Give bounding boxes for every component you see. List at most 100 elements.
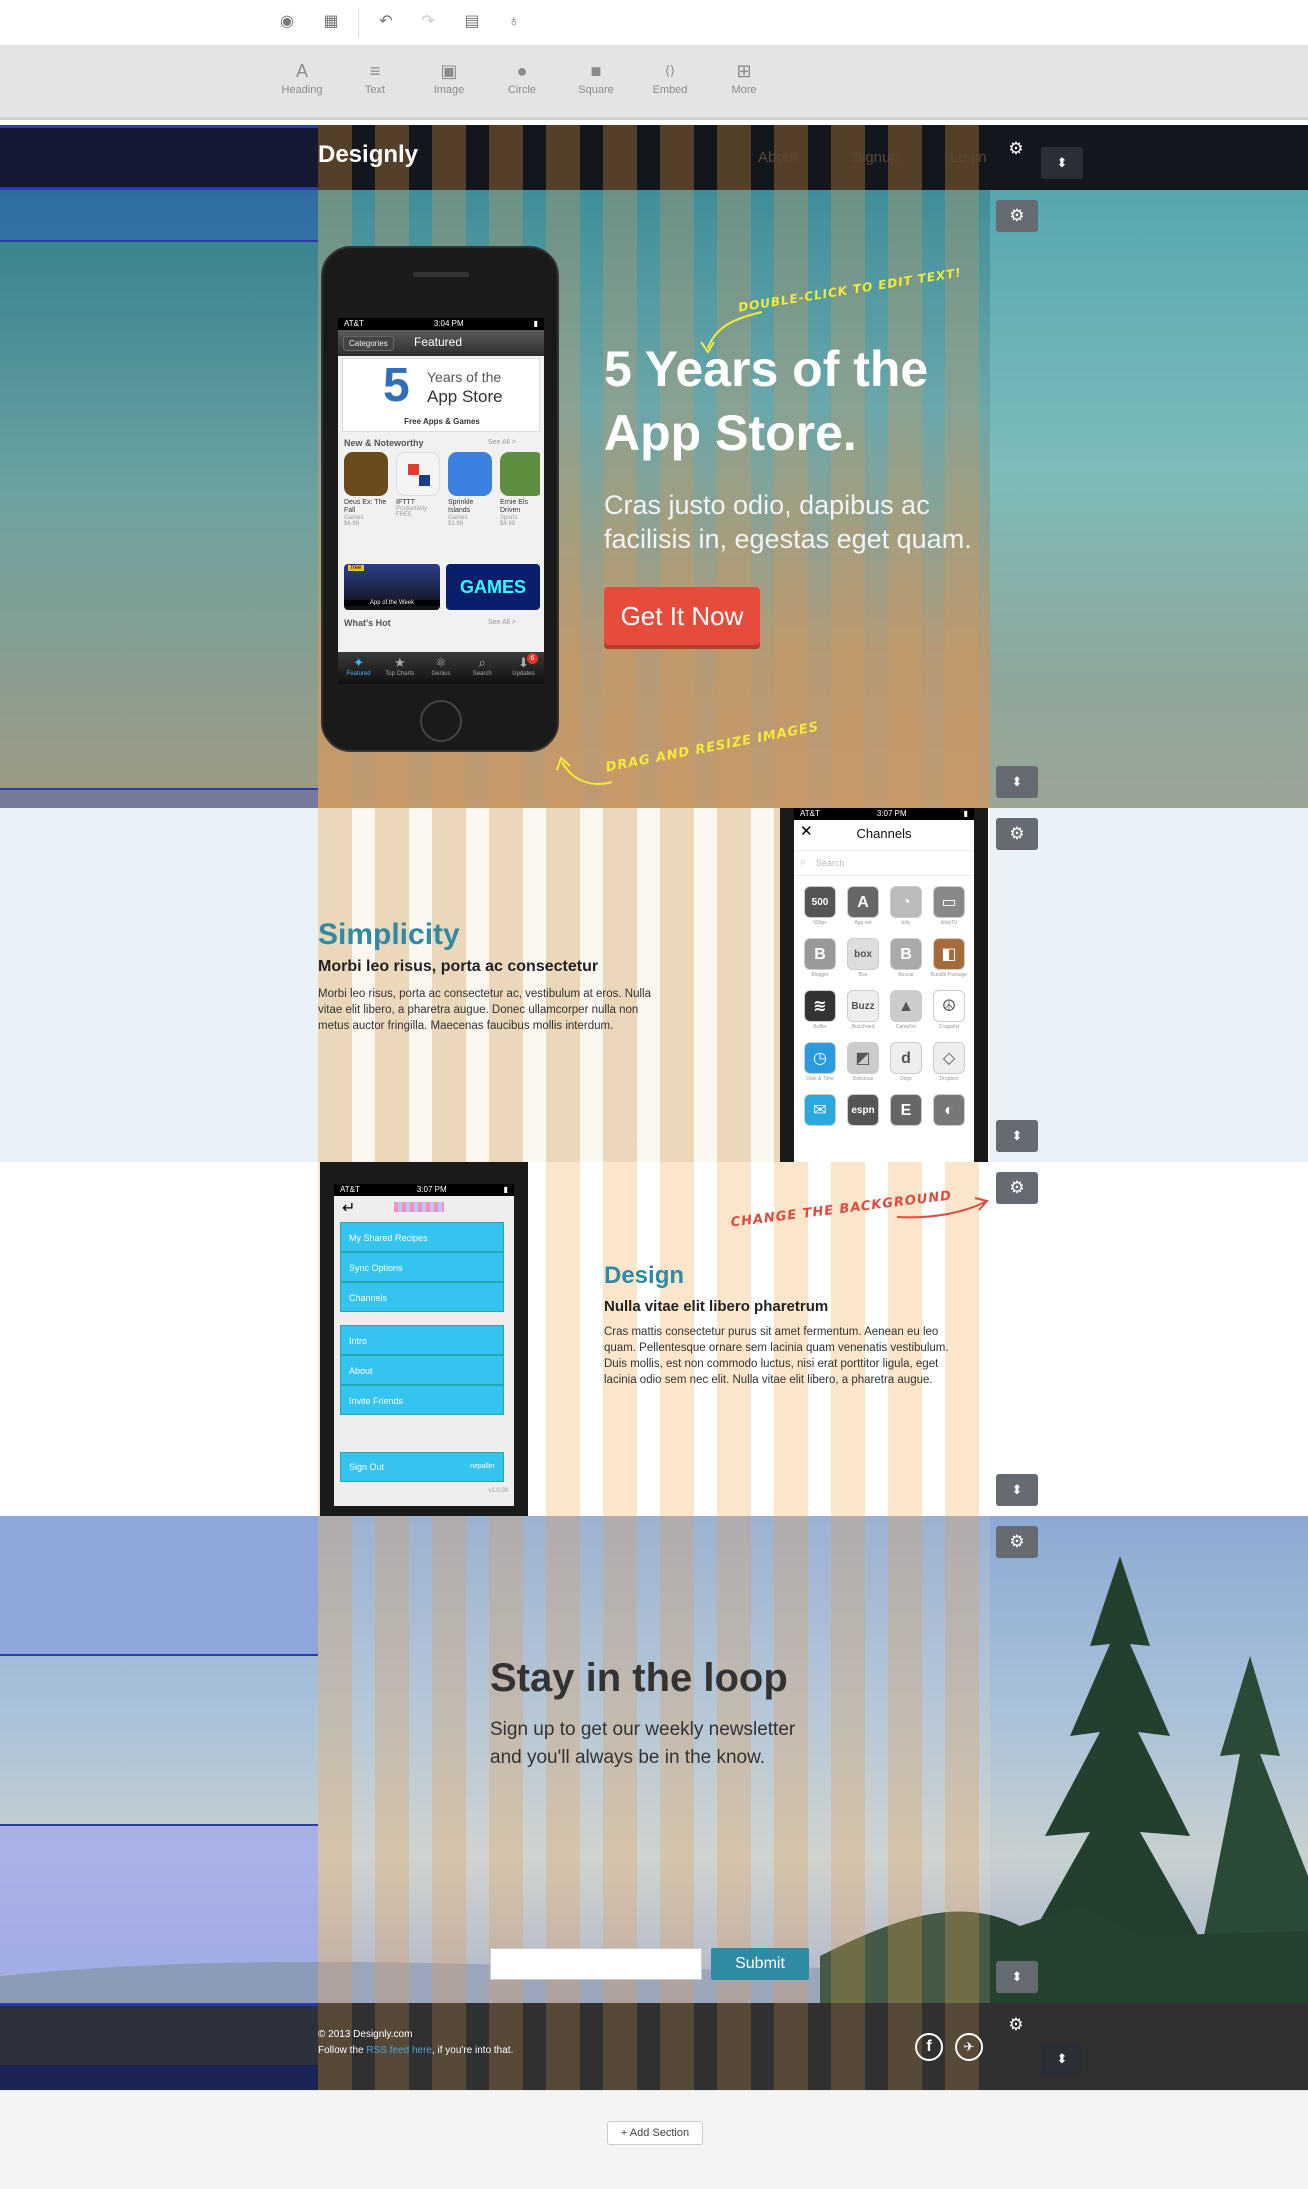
menu-item[interactable]: Sync Options (340, 1252, 504, 1282)
tool-image[interactable]: ▣ Image (419, 61, 479, 96)
see-all-link[interactable]: See All > (488, 439, 516, 446)
redo-icon[interactable]: ↷ (418, 12, 438, 32)
brand-logo[interactable]: Designly (318, 141, 418, 169)
undo-icon[interactable]: ↶ (376, 12, 396, 32)
section-settings-gear-icon[interactable]: ⚙ (995, 2009, 1037, 2041)
section-move-arrows-icon[interactable]: ⬍ (996, 1120, 1038, 1152)
newsletter-text[interactable]: Sign up to get our weekly newsletter and… (490, 1716, 820, 1772)
newsletter-title[interactable]: Stay in the loop (490, 1656, 788, 1701)
tool-text[interactable]: ≡ Text (345, 61, 405, 96)
channel-tile[interactable]: A App.net (843, 886, 883, 926)
channel-tile[interactable]: espn (843, 1094, 883, 1128)
section-move-arrows-icon[interactable]: ⬍ (1041, 147, 1083, 179)
tab-top-charts[interactable]: ★ Top Charts (379, 652, 420, 684)
menu-item[interactable]: My Shared Recipes (340, 1222, 504, 1252)
see-all-link[interactable]: See All > (488, 619, 516, 626)
categories-button[interactable]: Categories (343, 336, 394, 351)
tool-more[interactable]: ⊞ More (714, 61, 774, 96)
channel-tile[interactable]: d Diigo (886, 1042, 926, 1082)
email-input[interactable] (490, 1948, 702, 1980)
back-arrow-icon[interactable]: ↵ (342, 1198, 355, 1218)
app-tile[interactable]: Deus Ex: The Fall Games $6.99 (344, 452, 390, 527)
channel-tile[interactable]: box Box (843, 938, 883, 978)
add-section-button[interactable]: + Add Section (607, 2121, 703, 2145)
channel-tile[interactable]: ☮ Craigslist (929, 990, 969, 1030)
tool-label: Circle (507, 84, 537, 96)
promo-games[interactable]: GAMES (446, 564, 540, 610)
tool-heading[interactable]: A Heading (272, 61, 332, 96)
channel-label: Box (858, 972, 868, 978)
channel-tile[interactable]: ▲ Campfire (886, 990, 926, 1030)
tab-featured[interactable]: ✦ Featured (338, 652, 379, 684)
menu-item[interactable]: Invite Friends (340, 1385, 504, 1415)
channel-tile[interactable]: ◷ Date & Time (800, 1042, 840, 1082)
promo-app-of-week[interactable]: free App of the Week (344, 564, 440, 610)
section-settings-gear-icon[interactable]: ⚙ (996, 818, 1038, 850)
channel-tile[interactable]: ◔ bitly (886, 886, 926, 926)
app-tile[interactable]: Ernie Els Driven Sports $4.99 (500, 452, 540, 527)
app-tile[interactable]: IFTTT Productivity FREE (396, 452, 442, 518)
section-move-arrows-icon[interactable]: ⬍ (996, 766, 1038, 798)
section-subtitle[interactable]: Morbi leo risus, porta ac consectetur (318, 958, 598, 976)
settings-phone-image[interactable]: AT&T 3:07 PM ▮ ↵ My Shared Recipes Sync Op… (320, 1162, 528, 1516)
hero-title[interactable]: 5 Years of the App Store. (604, 337, 928, 465)
section-body[interactable]: Morbi leo risus, porta ac consectetur ac… (318, 986, 653, 1034)
preview-icon[interactable]: ◉ (277, 12, 297, 32)
channel-tile[interactable]: ✉ (800, 1094, 840, 1128)
search-field[interactable]: ⌕ Search (794, 850, 974, 876)
signout-button[interactable]: Sign Out nepaller (340, 1452, 504, 1482)
cta-button[interactable]: Get It Now (604, 587, 760, 645)
section-subtitle[interactable]: Nulla vitae elit libero pharetrum (604, 1298, 828, 1315)
menu-item[interactable]: About (340, 1355, 504, 1385)
lightbulb-icon[interactable]: ♁ (504, 12, 524, 32)
banner-line2: App Store (427, 387, 503, 406)
section-settings-gear-icon[interactable]: ⚙ (995, 133, 1037, 165)
section-settings-gear-icon[interactable]: ⚙ (996, 1172, 1038, 1204)
battery-icon: ▮ (503, 1185, 508, 1194)
channel-tile[interactable]: ≋ Buffer (800, 990, 840, 1030)
channel-tile[interactable]: 500 500px (800, 886, 840, 926)
tool-square[interactable]: ■ Square (566, 61, 626, 96)
clipboard-icon[interactable]: ▤ (462, 12, 482, 32)
nav-link-about[interactable]: About (758, 149, 797, 166)
banner[interactable]: 5 Years of the App Store Free Apps & Gam… (342, 358, 540, 432)
nav-link-login[interactable]: Login (950, 149, 987, 166)
channel-tile[interactable]: B Blogger (800, 938, 840, 978)
hero-phone-image[interactable]: AT&T 3:04 PM ▮ Categories Featured 5 Years… (321, 246, 559, 752)
hero-subtitle[interactable]: Cras justo odio, dapibus ac facilisis in… (604, 488, 972, 556)
section-title[interactable]: Simplicity (318, 918, 460, 952)
section-settings-gear-icon[interactable]: ⚙ (996, 1526, 1038, 1558)
clock: 3:04 PM (433, 319, 464, 328)
tab-genius[interactable]: ⚛ Genius (420, 652, 461, 684)
app-tile[interactable]: Sprinkle Islands Games $1.99 (448, 452, 494, 527)
section-move-arrows-icon[interactable]: ⬍ (1041, 2043, 1083, 2075)
channel-tile[interactable]: ▭ blinkTV (929, 886, 969, 926)
menu-item[interactable]: Channels (340, 1282, 504, 1312)
channels-phone-image[interactable]: AT&T 3:07 PM ▮ ✕ Channels ⌕ Search 500 500p… (780, 808, 988, 1162)
channel-tile[interactable]: ◐ (929, 1094, 969, 1128)
hint-arrow-icon (896, 1197, 989, 1219)
channel-tile[interactable]: E (886, 1094, 926, 1128)
channel-tile[interactable]: B Boxcar (886, 938, 926, 978)
tool-circle[interactable]: ● Circle (492, 61, 552, 96)
facebook-icon[interactable]: f (915, 2033, 943, 2061)
nav-link-signup[interactable]: Signup (852, 149, 899, 166)
editor-topbar: ◉ ▦ ↶ ↷ ▤ ♁ (0, 0, 1308, 45)
tool-embed[interactable]: ⟨⟩ Embed (640, 61, 700, 96)
rss-link[interactable]: RSS feed here (366, 2045, 432, 2056)
layout-icon[interactable]: ▦ (321, 12, 341, 32)
section-body[interactable]: Cras mattis consectetur purus sit amet f… (604, 1324, 966, 1388)
section-title[interactable]: Design (604, 1262, 684, 1290)
channel-tile[interactable]: Buzz BuzzFeed (843, 990, 883, 1030)
tab-search[interactable]: ⌕ Search (462, 652, 503, 684)
menu-item[interactable]: Intro (340, 1325, 504, 1355)
section-move-arrows-icon[interactable]: ⬍ (996, 1474, 1038, 1506)
twitter-icon[interactable]: ✈ (955, 2033, 983, 2061)
section-move-arrows-icon[interactable]: ⬍ (996, 1961, 1038, 1993)
tab-updates[interactable]: ⬇ Updates 6 (503, 652, 544, 684)
section-settings-gear-icon[interactable]: ⚙ (996, 200, 1038, 232)
channel-tile[interactable]: ◧ Bundle Package (929, 938, 969, 978)
submit-button[interactable]: Submit (711, 1948, 809, 1980)
channel-tile[interactable]: ◩ Delicious (843, 1042, 883, 1082)
channel-tile[interactable]: ◇ Dropbox (929, 1042, 969, 1082)
